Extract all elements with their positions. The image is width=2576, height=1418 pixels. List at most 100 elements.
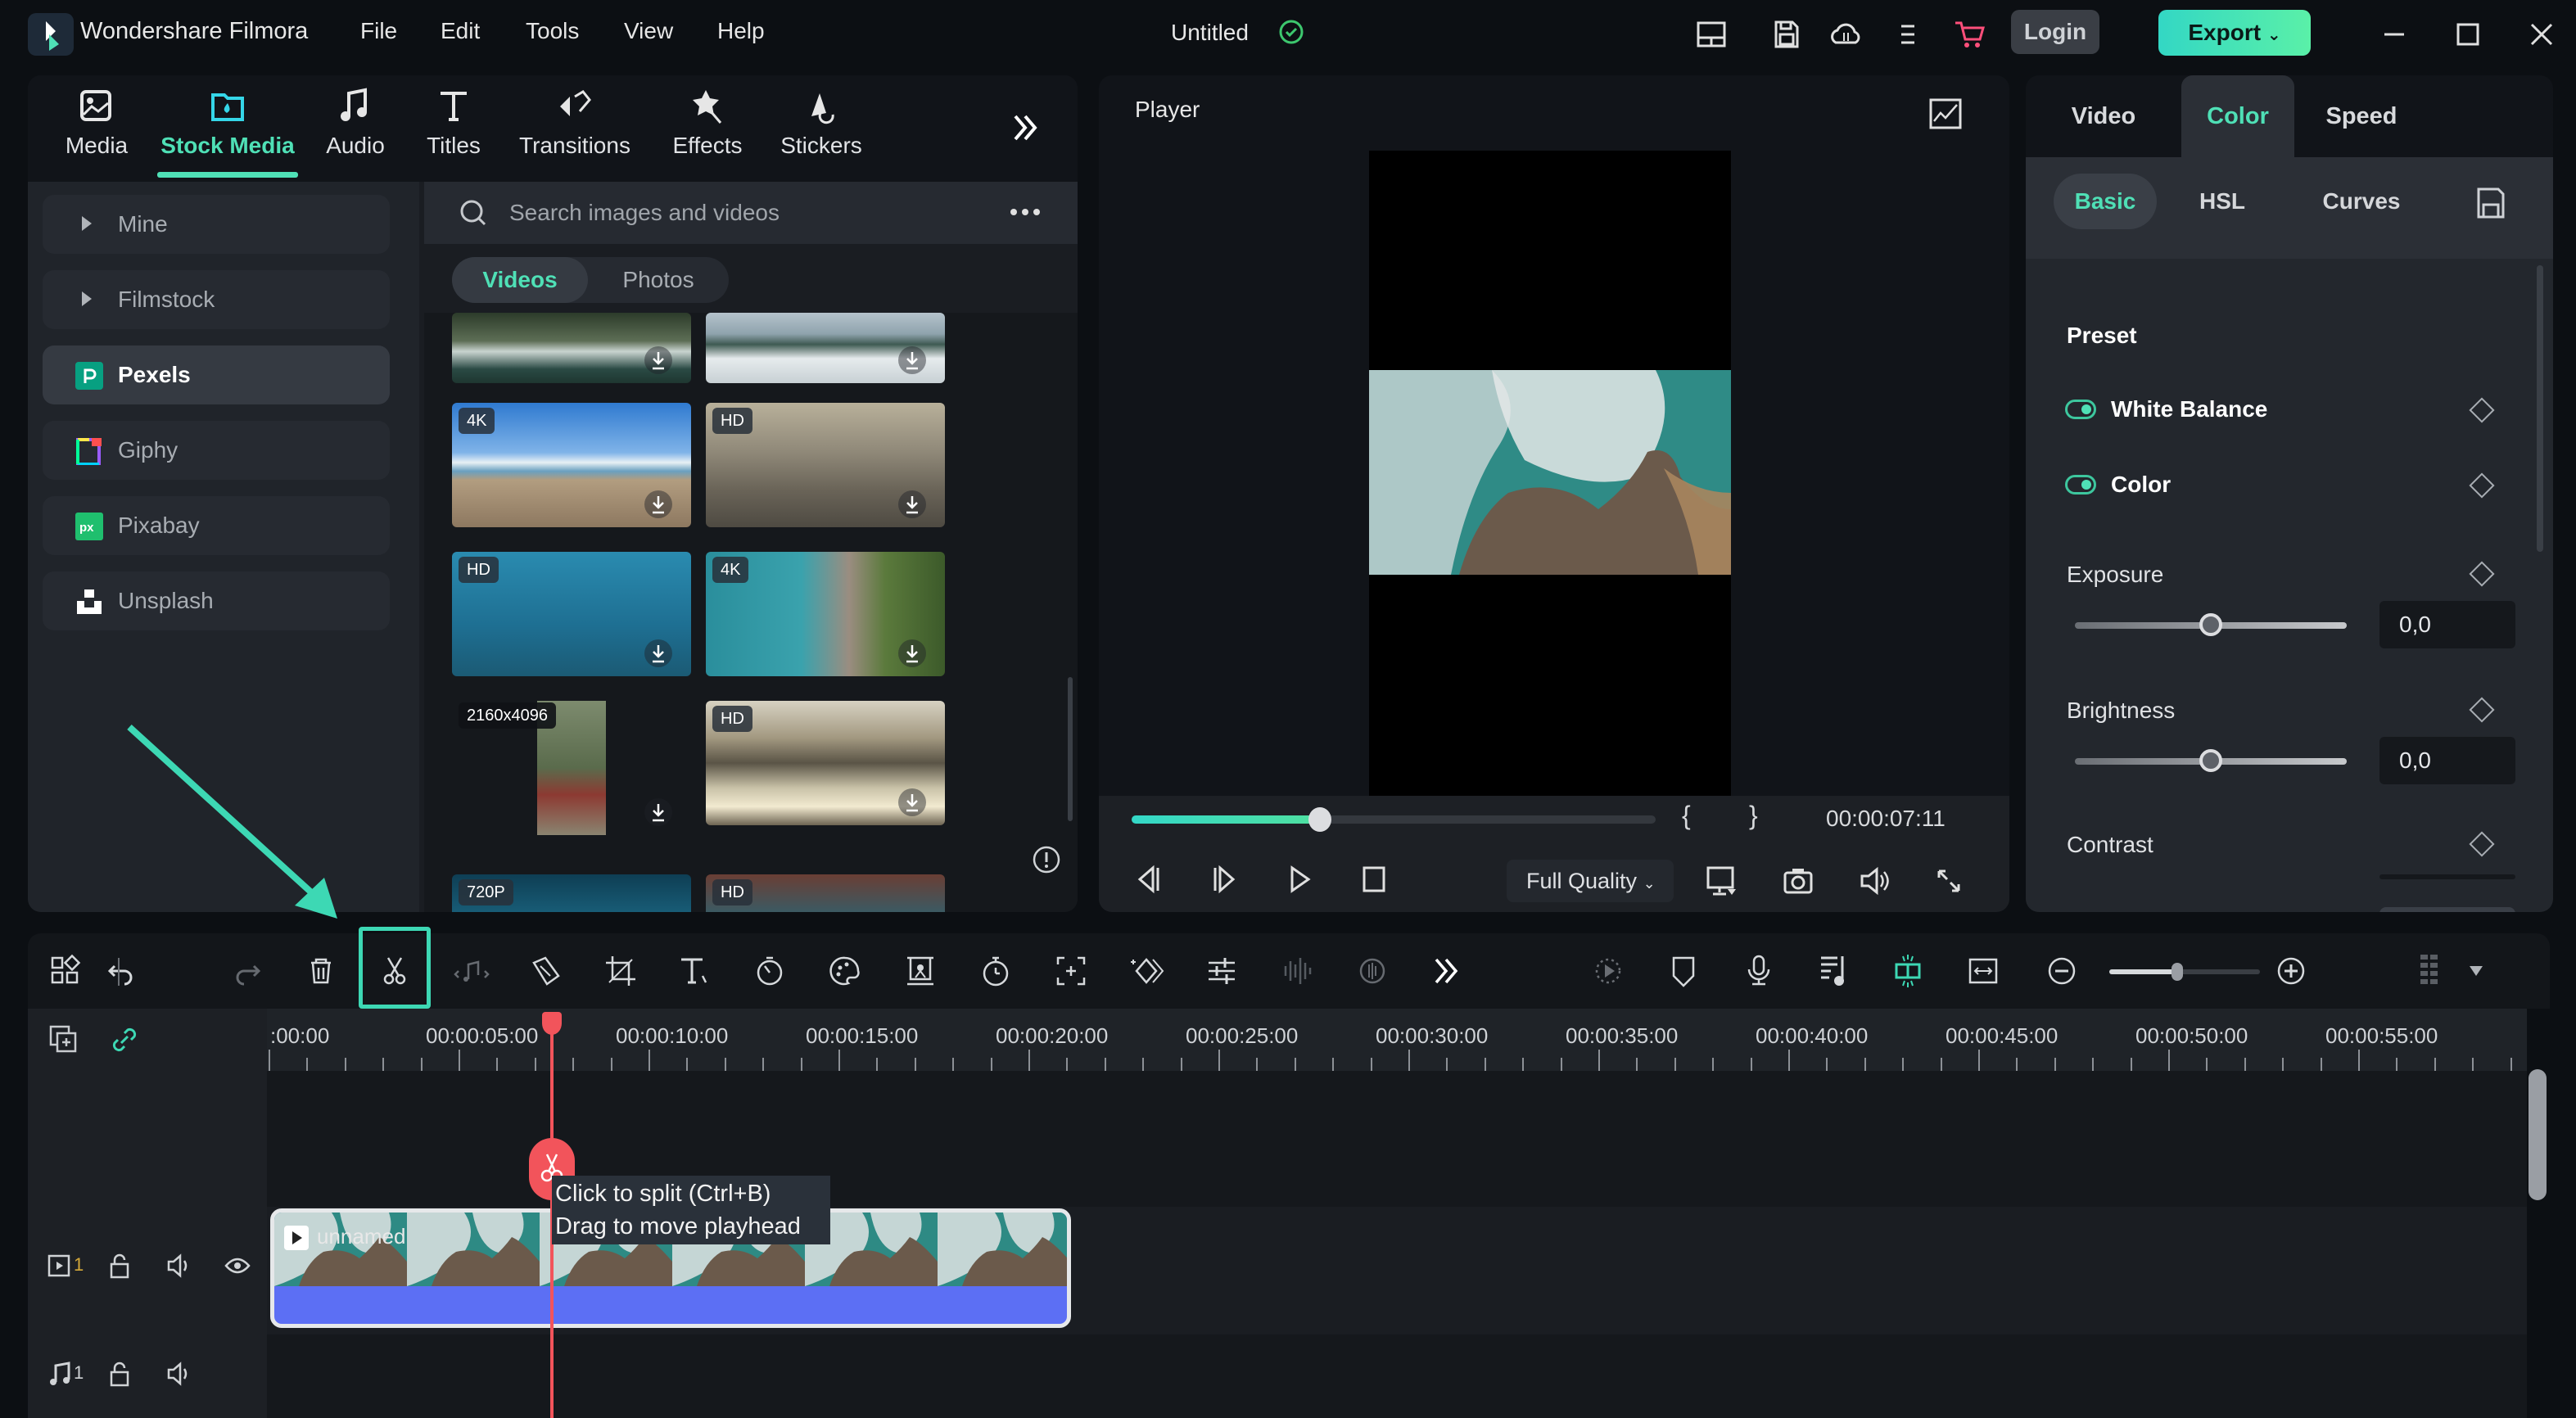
zoom-slider-handle[interactable] bbox=[2171, 963, 2183, 981]
filter-photos[interactable]: Photos bbox=[588, 257, 729, 303]
track-volume-icon[interactable] bbox=[164, 1359, 193, 1389]
media-thumbnail[interactable] bbox=[706, 313, 945, 383]
add-track-icon[interactable] bbox=[47, 1023, 80, 1056]
slider-handle[interactable] bbox=[2199, 749, 2222, 772]
previous-frame-icon[interactable] bbox=[1132, 863, 1164, 896]
white-balance-toggle[interactable] bbox=[2065, 400, 2096, 419]
media-thumbnail[interactable]: HD bbox=[706, 403, 945, 527]
keyframe-diamond-icon[interactable] bbox=[2469, 561, 2495, 587]
keyframe-diamond-icon[interactable] bbox=[2469, 397, 2495, 423]
undo-icon[interactable] bbox=[103, 951, 142, 991]
media-thumbnail[interactable]: 2160x4096 bbox=[452, 701, 691, 835]
mark-in-button[interactable]: { bbox=[1682, 801, 1691, 831]
keyframe-icon[interactable] bbox=[1127, 951, 1166, 991]
menu-file[interactable]: File bbox=[360, 18, 397, 44]
zoom-in-icon[interactable] bbox=[2271, 951, 2311, 991]
download-icon[interactable] bbox=[644, 345, 673, 375]
quality-dropdown[interactable]: Full Quality ⌄ bbox=[1507, 860, 1674, 902]
cloud-icon[interactable] bbox=[1828, 16, 1864, 52]
tab-color[interactable]: Color bbox=[2181, 75, 2294, 157]
download-icon[interactable] bbox=[644, 797, 673, 827]
delete-icon[interactable] bbox=[301, 951, 341, 991]
volume-icon[interactable] bbox=[1855, 863, 1891, 899]
seek-bar[interactable] bbox=[1132, 807, 1656, 832]
more-options-icon[interactable] bbox=[1007, 200, 1043, 224]
track-volume-icon[interactable] bbox=[164, 1251, 193, 1280]
exposure-slider[interactable] bbox=[2075, 613, 2347, 636]
brightness-slider[interactable] bbox=[2075, 749, 2347, 772]
zoom-slider[interactable] bbox=[2109, 963, 2260, 981]
split-icon[interactable] bbox=[375, 951, 414, 991]
brightness-value[interactable]: 0,0 bbox=[2379, 737, 2515, 784]
tag-icon[interactable] bbox=[526, 951, 565, 991]
subtab-basic[interactable]: Basic bbox=[2054, 174, 2157, 229]
export-button[interactable]: Export ⌄ bbox=[2158, 10, 2311, 56]
tab-titles[interactable]: Titles bbox=[421, 85, 486, 159]
next-frame-icon[interactable] bbox=[1209, 863, 1241, 896]
timer-icon[interactable] bbox=[976, 951, 1015, 991]
eye-icon[interactable] bbox=[223, 1251, 252, 1280]
source-filmstock[interactable]: Filmstock bbox=[43, 270, 390, 329]
download-icon[interactable] bbox=[897, 639, 927, 668]
keyframe-diamond-icon[interactable] bbox=[2469, 697, 2495, 723]
media-thumbnail[interactable]: 4K bbox=[452, 403, 691, 527]
download-icon[interactable] bbox=[897, 345, 927, 375]
contrast-value[interactable] bbox=[2379, 874, 2515, 879]
download-icon[interactable] bbox=[644, 639, 673, 668]
mark-out-button[interactable]: } bbox=[1749, 801, 1758, 831]
tab-stickers[interactable]: Stickers bbox=[776, 85, 866, 159]
display-settings-icon[interactable] bbox=[1703, 863, 1739, 899]
play-icon[interactable] bbox=[1284, 863, 1317, 896]
source-giphy[interactable]: Giphy bbox=[43, 421, 390, 480]
tab-media[interactable]: Media bbox=[64, 85, 129, 159]
scopes-icon[interactable] bbox=[1927, 97, 1964, 133]
media-thumbnail[interactable]: HD bbox=[452, 552, 691, 676]
tab-transitions[interactable]: Transitions bbox=[517, 85, 632, 159]
fullscreen-icon[interactable] bbox=[1931, 863, 1967, 899]
menu-edit[interactable]: Edit bbox=[441, 18, 480, 44]
tab-video[interactable]: Video bbox=[2026, 75, 2181, 157]
source-mine[interactable]: Mine bbox=[43, 195, 390, 254]
exposure-value[interactable]: 0,0 bbox=[2379, 601, 2515, 648]
tab-speed[interactable]: Speed bbox=[2294, 75, 2429, 157]
menu-view[interactable]: View bbox=[624, 18, 673, 44]
keyframe-diamond-icon[interactable] bbox=[2469, 831, 2495, 857]
search-input[interactable]: Search images and videos bbox=[424, 182, 1078, 244]
fit-icon[interactable] bbox=[1964, 951, 2003, 991]
tab-stock-media[interactable]: Stock Media bbox=[157, 85, 298, 159]
crop-icon[interactable] bbox=[601, 951, 640, 991]
download-icon[interactable] bbox=[897, 490, 927, 519]
timeline-scrollbar[interactable] bbox=[2529, 1069, 2547, 1200]
render-preview-icon[interactable] bbox=[1589, 951, 1628, 991]
audio-mix-icon[interactable] bbox=[1814, 951, 1854, 991]
double-chevron-right-icon[interactable] bbox=[1007, 110, 1043, 146]
lock-icon[interactable] bbox=[105, 1251, 134, 1280]
grid-layout-icon[interactable] bbox=[2411, 951, 2450, 991]
login-button[interactable]: Login bbox=[2011, 10, 2099, 54]
media-thumbnail[interactable]: 720P bbox=[452, 874, 691, 912]
media-thumbnail[interactable]: HD bbox=[706, 874, 945, 912]
subtab-hsl[interactable]: HSL bbox=[2181, 174, 2263, 229]
subtab-curves[interactable]: Curves bbox=[2304, 174, 2419, 229]
adjust-icon[interactable] bbox=[1202, 951, 1241, 991]
properties-scrollbar[interactable] bbox=[2537, 265, 2543, 552]
layout-grid-icon[interactable] bbox=[46, 951, 85, 991]
color-toggle[interactable] bbox=[2065, 475, 2096, 494]
media-thumbnail[interactable]: HD bbox=[706, 701, 945, 825]
save-preset-icon[interactable] bbox=[2476, 187, 2506, 219]
minimize-button[interactable] bbox=[2376, 16, 2412, 52]
time-ruler[interactable]: :00:00 00:00:05:00 00:00:10:00 00:00:15:00 0… bbox=[267, 1009, 2527, 1071]
link-icon[interactable] bbox=[108, 1023, 141, 1056]
slider-handle[interactable] bbox=[2199, 613, 2222, 636]
maximize-button[interactable] bbox=[2450, 16, 2486, 52]
layout-dropdown-icon[interactable] bbox=[2470, 966, 2483, 976]
redo-icon[interactable] bbox=[226, 951, 265, 991]
snap-icon[interactable] bbox=[1888, 951, 1927, 991]
menu-tools[interactable]: Tools bbox=[526, 18, 579, 44]
menu-help[interactable]: Help bbox=[717, 18, 765, 44]
download-icon[interactable] bbox=[644, 490, 673, 519]
keyframe-diamond-icon[interactable] bbox=[2469, 472, 2495, 499]
layout-icon[interactable] bbox=[1693, 16, 1729, 52]
source-pexels[interactable]: Pexels bbox=[43, 345, 390, 404]
close-button[interactable] bbox=[2524, 16, 2560, 52]
